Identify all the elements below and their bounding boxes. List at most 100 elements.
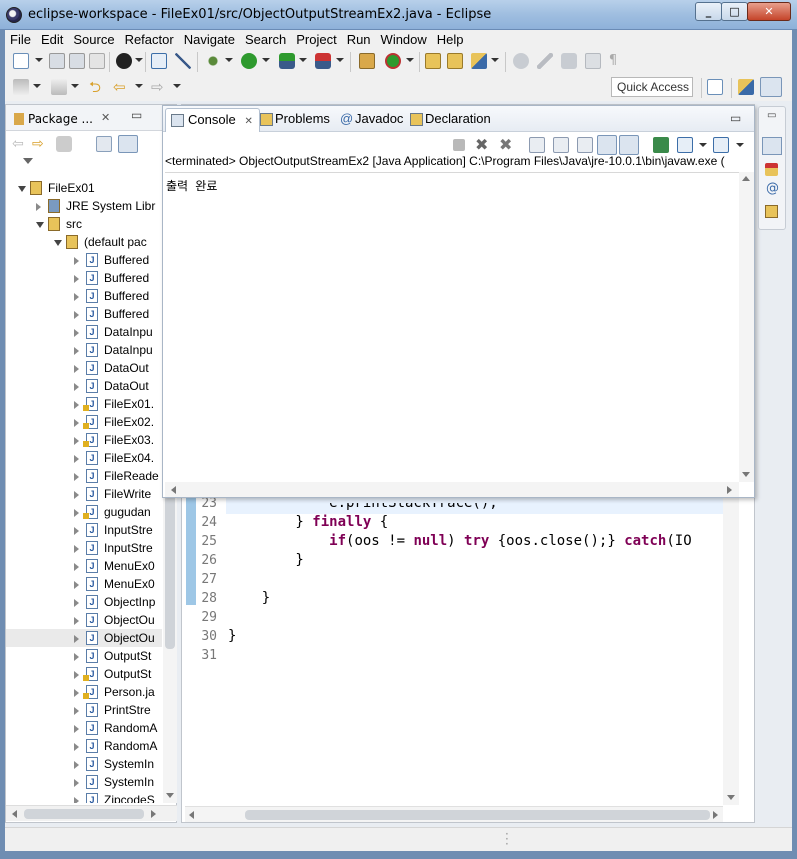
scroll-down-icon[interactable] [742,472,750,477]
new-dropdown-icon[interactable] [35,58,43,62]
new-java-project-icon[interactable] [359,53,375,69]
tree-item[interactable]: J OutputSt [6,647,162,665]
scroll-lock-icon[interactable] [553,137,569,153]
tree-item[interactable]: J ObjectInp [6,593,162,611]
external-tools-dropdown-icon[interactable] [336,58,344,62]
expand-icon[interactable] [74,347,79,355]
code-line[interactable]: } [228,552,303,568]
menu-edit[interactable]: Edit [36,30,68,49]
block-selection-icon[interactable] [585,53,601,69]
open-task-icon[interactable] [447,53,463,69]
tree-item[interactable]: J RandomA [6,737,162,755]
minimize-button[interactable]: _ [695,2,722,21]
coverage-dropdown-icon[interactable] [299,58,307,62]
scrollbar-thumb[interactable] [245,810,710,820]
forward-dropdown-icon[interactable] [173,84,181,88]
scroll-right-icon[interactable] [727,486,732,494]
tree-item[interactable]: J FileEx01. [6,395,162,413]
expand-icon[interactable] [74,779,79,787]
java-perspective-icon[interactable] [760,77,782,97]
expand-icon[interactable] [74,743,79,751]
tab-declaration[interactable]: Declaration [405,108,491,132]
expand-icon[interactable] [74,401,79,409]
tree-item[interactable]: J FileEx02. [6,413,162,431]
scroll-up-icon[interactable] [742,176,750,181]
expand-icon[interactable] [74,257,79,265]
expand-icon[interactable] [74,671,79,679]
forward-icon[interactable]: ⇨ [32,136,48,152]
package-explorer-horizontal-scrollbar[interactable] [6,805,177,821]
tree-item[interactable]: J DataInpu [6,323,162,341]
tree-item[interactable]: J Person.ja [6,683,162,701]
toggle-breadcrumb-icon[interactable] [561,53,577,69]
expand-icon[interactable] [74,491,79,499]
expand-icon[interactable] [74,581,79,589]
expand-icon[interactable] [74,293,79,301]
debug-dropdown-icon[interactable] [225,58,233,62]
tree-item[interactable]: J FileEx04. [6,449,162,467]
expand-icon[interactable] [74,311,79,319]
tab-package-explorer[interactable]: Package ... [10,108,97,130]
previous-annotation-icon[interactable] [51,79,67,95]
declaration-view-icon[interactable] [765,205,778,218]
debug-icon[interactable] [205,53,221,69]
save-icon[interactable] [49,53,65,69]
expand-icon[interactable] [74,383,79,391]
save-all-icon[interactable] [69,53,85,69]
tree-item[interactable]: J SystemIn [6,755,162,773]
terminate-icon[interactable] [453,139,465,151]
tree-item[interactable]: J PrintStre [6,701,162,719]
expand-icon[interactable] [74,797,79,803]
scroll-down-icon[interactable] [166,793,174,798]
run-dropdown-icon[interactable] [262,58,270,62]
tree-item[interactable]: J FileEx03. [6,431,162,449]
menu-project[interactable]: Project [291,30,341,49]
tree-item[interactable]: J Buffered [6,251,162,269]
new-class-dropdown-icon[interactable] [406,58,414,62]
expand-icon[interactable] [74,617,79,625]
search-icon[interactable] [471,53,487,69]
tree-item[interactable]: J OutputSt [6,665,162,683]
remove-launch-icon[interactable]: ✖ [475,137,491,153]
collapse-icon[interactable] [36,222,44,228]
quick-access-input[interactable]: Quick Access [611,77,693,97]
console-view-icon[interactable] [762,137,782,155]
menu-help[interactable]: Help [432,30,469,49]
menu-search[interactable]: Search [240,30,291,49]
menu-source[interactable]: Source [68,30,119,49]
tree-item[interactable]: J FileReade [6,467,162,485]
scroll-left-icon[interactable] [189,811,194,819]
toggle-edit-icon[interactable] [537,53,553,69]
debug-user-icon[interactable] [116,53,132,69]
scroll-down-icon[interactable] [727,795,735,800]
expand-icon[interactable] [74,455,79,463]
tree-item[interactable]: J MenuEx0 [6,557,162,575]
tree-item[interactable]: J ObjectOu [6,611,162,629]
pin-console-icon[interactable] [653,137,669,153]
editor-horizontal-scrollbar[interactable] [185,806,723,822]
tree-item[interactable]: src [6,215,162,233]
menu-refactor[interactable]: Refactor [120,30,179,49]
word-wrap-icon[interactable] [577,137,593,153]
show-console-stdout-icon[interactable] [597,135,617,155]
remove-all-terminated-icon[interactable]: ✖ [499,137,515,153]
tree-item[interactable]: J ObjectOu [6,629,162,647]
menu-run[interactable]: Run [342,30,376,49]
menu-window[interactable]: Window [376,30,432,49]
scroll-right-icon[interactable] [151,810,156,818]
restore-icon[interactable]: ▭ [767,110,776,121]
scroll-left-icon[interactable] [171,486,176,494]
problems-view-icon[interactable] [765,163,778,176]
clear-console-icon[interactable] [529,137,545,153]
expand-icon[interactable] [74,509,79,517]
expand-icon[interactable] [74,563,79,571]
expand-icon[interactable] [74,725,79,733]
tab-javadoc[interactable]: @ Javadoc [335,108,403,132]
tree-item[interactable]: J Buffered [6,287,162,305]
back-dropdown-icon[interactable] [135,84,143,88]
maximize-button[interactable]: □ [721,2,748,21]
code-line[interactable]: } [228,628,236,644]
console-horizontal-scrollbar[interactable] [165,482,739,497]
search-dropdown-icon[interactable] [491,58,499,62]
tree-item[interactable]: J SystemIn [6,773,162,791]
